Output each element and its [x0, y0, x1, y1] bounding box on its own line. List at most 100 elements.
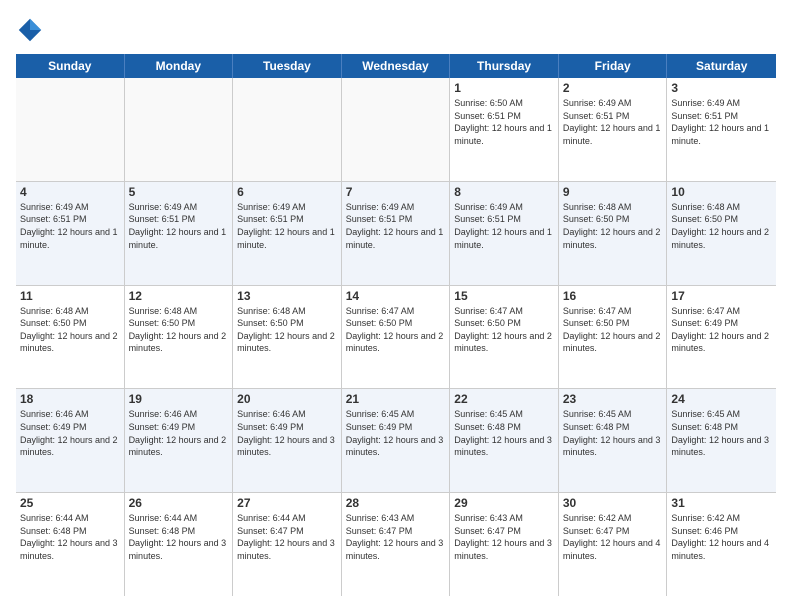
cell-info: Sunrise: 6:48 AM Sunset: 6:50 PM Dayligh… — [20, 305, 120, 355]
day-number: 30 — [563, 496, 663, 510]
calendar-header: SundayMondayTuesdayWednesdayThursdayFrid… — [16, 54, 776, 78]
header — [16, 16, 776, 44]
calendar-week: 18 Sunrise: 6:46 AM Sunset: 6:49 PM Dayli… — [16, 389, 776, 493]
cell-info: Sunrise: 6:46 AM Sunset: 6:49 PM Dayligh… — [129, 408, 229, 458]
calendar-cell: 9 Sunrise: 6:48 AM Sunset: 6:50 PM Daylig… — [559, 182, 668, 285]
calendar-cell: 21 Sunrise: 6:45 AM Sunset: 6:49 PM Dayli… — [342, 389, 451, 492]
calendar-cell: 28Sunrise: 6:43 AM Sunset: 6:47 PM Dayli… — [342, 493, 451, 596]
calendar-cell: 7 Sunrise: 6:49 AM Sunset: 6:51 PM Daylig… — [342, 182, 451, 285]
header-day: Tuesday — [233, 54, 342, 78]
calendar-cell: 2Sunrise: 6:49 AM Sunset: 6:51 PM Daylig… — [559, 78, 668, 181]
calendar-cell: 25Sunrise: 6:44 AM Sunset: 6:48 PM Dayli… — [16, 493, 125, 596]
calendar-week: 4 Sunrise: 6:49 AM Sunset: 6:51 PM Daylig… — [16, 182, 776, 286]
day-number: 4 — [20, 185, 120, 199]
cell-info: Sunrise: 6:49 AM Sunset: 6:51 PM Dayligh… — [129, 201, 229, 251]
cell-info: Sunrise: 6:45 AM Sunset: 6:49 PM Dayligh… — [346, 408, 446, 458]
day-number: 21 — [346, 392, 446, 406]
day-number: 29 — [454, 496, 554, 510]
day-number: 1 — [454, 81, 554, 95]
cell-info: Sunrise: 6:42 AM Sunset: 6:46 PM Dayligh… — [671, 512, 772, 562]
cell-info: Sunrise: 6:49 AM Sunset: 6:51 PM Dayligh… — [671, 97, 772, 147]
calendar-cell: 12 Sunrise: 6:48 AM Sunset: 6:50 PM Dayli… — [125, 286, 234, 389]
header-day: Friday — [559, 54, 668, 78]
calendar-cell: 17 Sunrise: 6:47 AM Sunset: 6:49 PM Dayli… — [667, 286, 776, 389]
day-number: 14 — [346, 289, 446, 303]
calendar-cell: 22Sunrise: 6:45 AM Sunset: 6:48 PM Dayli… — [450, 389, 559, 492]
cell-info: Sunrise: 6:47 AM Sunset: 6:50 PM Dayligh… — [563, 305, 663, 355]
calendar-cell: 20 Sunrise: 6:46 AM Sunset: 6:49 PM Dayli… — [233, 389, 342, 492]
header-day: Thursday — [450, 54, 559, 78]
header-day: Monday — [125, 54, 234, 78]
day-number: 23 — [563, 392, 663, 406]
calendar-week: 1 Sunrise: 6:50 AM Sunset: 6:51 PM Daylig… — [16, 78, 776, 182]
calendar-week: 11 Sunrise: 6:48 AM Sunset: 6:50 PM Dayli… — [16, 286, 776, 390]
cell-info: Sunrise: 6:47 AM Sunset: 6:49 PM Dayligh… — [671, 305, 772, 355]
calendar-cell: 18 Sunrise: 6:46 AM Sunset: 6:49 PM Dayli… — [16, 389, 125, 492]
cell-info: Sunrise: 6:48 AM Sunset: 6:50 PM Dayligh… — [563, 201, 663, 251]
day-number: 16 — [563, 289, 663, 303]
calendar-cell — [233, 78, 342, 181]
day-number: 6 — [237, 185, 337, 199]
calendar-cell — [125, 78, 234, 181]
calendar-cell: 1 Sunrise: 6:50 AM Sunset: 6:51 PM Daylig… — [450, 78, 559, 181]
cell-info: Sunrise: 6:48 AM Sunset: 6:50 PM Dayligh… — [237, 305, 337, 355]
calendar-cell: 26 Sunrise: 6:44 AM Sunset: 6:48 PM Dayli… — [125, 493, 234, 596]
day-number: 24 — [671, 392, 772, 406]
calendar-cell: 10 Sunrise: 6:48 AM Sunset: 6:50 PM Dayli… — [667, 182, 776, 285]
day-number: 10 — [671, 185, 772, 199]
cell-info: Sunrise: 6:43 AM Sunset: 6:47 PM Dayligh… — [454, 512, 554, 562]
calendar-cell: 30Sunrise: 6:42 AM Sunset: 6:47 PM Dayli… — [559, 493, 668, 596]
calendar-cell: 24Sunrise: 6:45 AM Sunset: 6:48 PM Dayli… — [667, 389, 776, 492]
calendar-cell: 11 Sunrise: 6:48 AM Sunset: 6:50 PM Dayli… — [16, 286, 125, 389]
day-number: 13 — [237, 289, 337, 303]
day-number: 26 — [129, 496, 229, 510]
header-day: Wednesday — [342, 54, 451, 78]
cell-info: Sunrise: 6:48 AM Sunset: 6:50 PM Dayligh… — [671, 201, 772, 251]
day-number: 18 — [20, 392, 120, 406]
day-number: 9 — [563, 185, 663, 199]
day-number: 19 — [129, 392, 229, 406]
day-number: 20 — [237, 392, 337, 406]
day-number: 17 — [671, 289, 772, 303]
day-number: 12 — [129, 289, 229, 303]
header-day: Sunday — [16, 54, 125, 78]
cell-info: Sunrise: 6:45 AM Sunset: 6:48 PM Dayligh… — [563, 408, 663, 458]
calendar-cell: 19 Sunrise: 6:46 AM Sunset: 6:49 PM Dayli… — [125, 389, 234, 492]
cell-info: Sunrise: 6:49 AM Sunset: 6:51 PM Dayligh… — [454, 201, 554, 251]
calendar-cell: 6Sunrise: 6:49 AM Sunset: 6:51 PM Daylig… — [233, 182, 342, 285]
cell-info: Sunrise: 6:47 AM Sunset: 6:50 PM Dayligh… — [346, 305, 446, 355]
day-number: 27 — [237, 496, 337, 510]
calendar-cell: 13 Sunrise: 6:48 AM Sunset: 6:50 PM Dayli… — [233, 286, 342, 389]
day-number: 22 — [454, 392, 554, 406]
day-number: 5 — [129, 185, 229, 199]
calendar-cell: 4 Sunrise: 6:49 AM Sunset: 6:51 PM Daylig… — [16, 182, 125, 285]
calendar-cell: 29 Sunrise: 6:43 AM Sunset: 6:47 PM Dayli… — [450, 493, 559, 596]
calendar-cell: 3 Sunrise: 6:49 AM Sunset: 6:51 PM Daylig… — [667, 78, 776, 181]
calendar-cell — [342, 78, 451, 181]
day-number: 31 — [671, 496, 772, 510]
day-number: 3 — [671, 81, 772, 95]
calendar-cell: 8Sunrise: 6:49 AM Sunset: 6:51 PM Daylig… — [450, 182, 559, 285]
calendar-cell: 5 Sunrise: 6:49 AM Sunset: 6:51 PM Daylig… — [125, 182, 234, 285]
calendar-cell: 14 Sunrise: 6:47 AM Sunset: 6:50 PM Dayli… — [342, 286, 451, 389]
cell-info: Sunrise: 6:48 AM Sunset: 6:50 PM Dayligh… — [129, 305, 229, 355]
cell-info: Sunrise: 6:44 AM Sunset: 6:48 PM Dayligh… — [129, 512, 229, 562]
logo — [16, 16, 48, 44]
calendar-cell: 16 Sunrise: 6:47 AM Sunset: 6:50 PM Dayli… — [559, 286, 668, 389]
day-number: 2 — [563, 81, 663, 95]
cell-info: Sunrise: 6:44 AM Sunset: 6:48 PM Dayligh… — [20, 512, 120, 562]
cell-info: Sunrise: 6:46 AM Sunset: 6:49 PM Dayligh… — [237, 408, 337, 458]
day-number: 7 — [346, 185, 446, 199]
calendar: SundayMondayTuesdayWednesdayThursdayFrid… — [16, 54, 776, 596]
cell-info: Sunrise: 6:50 AM Sunset: 6:51 PM Dayligh… — [454, 97, 554, 147]
calendar-cell: 15Sunrise: 6:47 AM Sunset: 6:50 PM Dayli… — [450, 286, 559, 389]
calendar-week: 25Sunrise: 6:44 AM Sunset: 6:48 PM Dayli… — [16, 493, 776, 596]
day-number: 11 — [20, 289, 120, 303]
cell-info: Sunrise: 6:49 AM Sunset: 6:51 PM Dayligh… — [346, 201, 446, 251]
cell-info: Sunrise: 6:49 AM Sunset: 6:51 PM Dayligh… — [20, 201, 120, 251]
cell-info: Sunrise: 6:47 AM Sunset: 6:50 PM Dayligh… — [454, 305, 554, 355]
cell-info: Sunrise: 6:46 AM Sunset: 6:49 PM Dayligh… — [20, 408, 120, 458]
day-number: 28 — [346, 496, 446, 510]
cell-info: Sunrise: 6:44 AM Sunset: 6:47 PM Dayligh… — [237, 512, 337, 562]
calendar-cell: 27 Sunrise: 6:44 AM Sunset: 6:47 PM Dayli… — [233, 493, 342, 596]
